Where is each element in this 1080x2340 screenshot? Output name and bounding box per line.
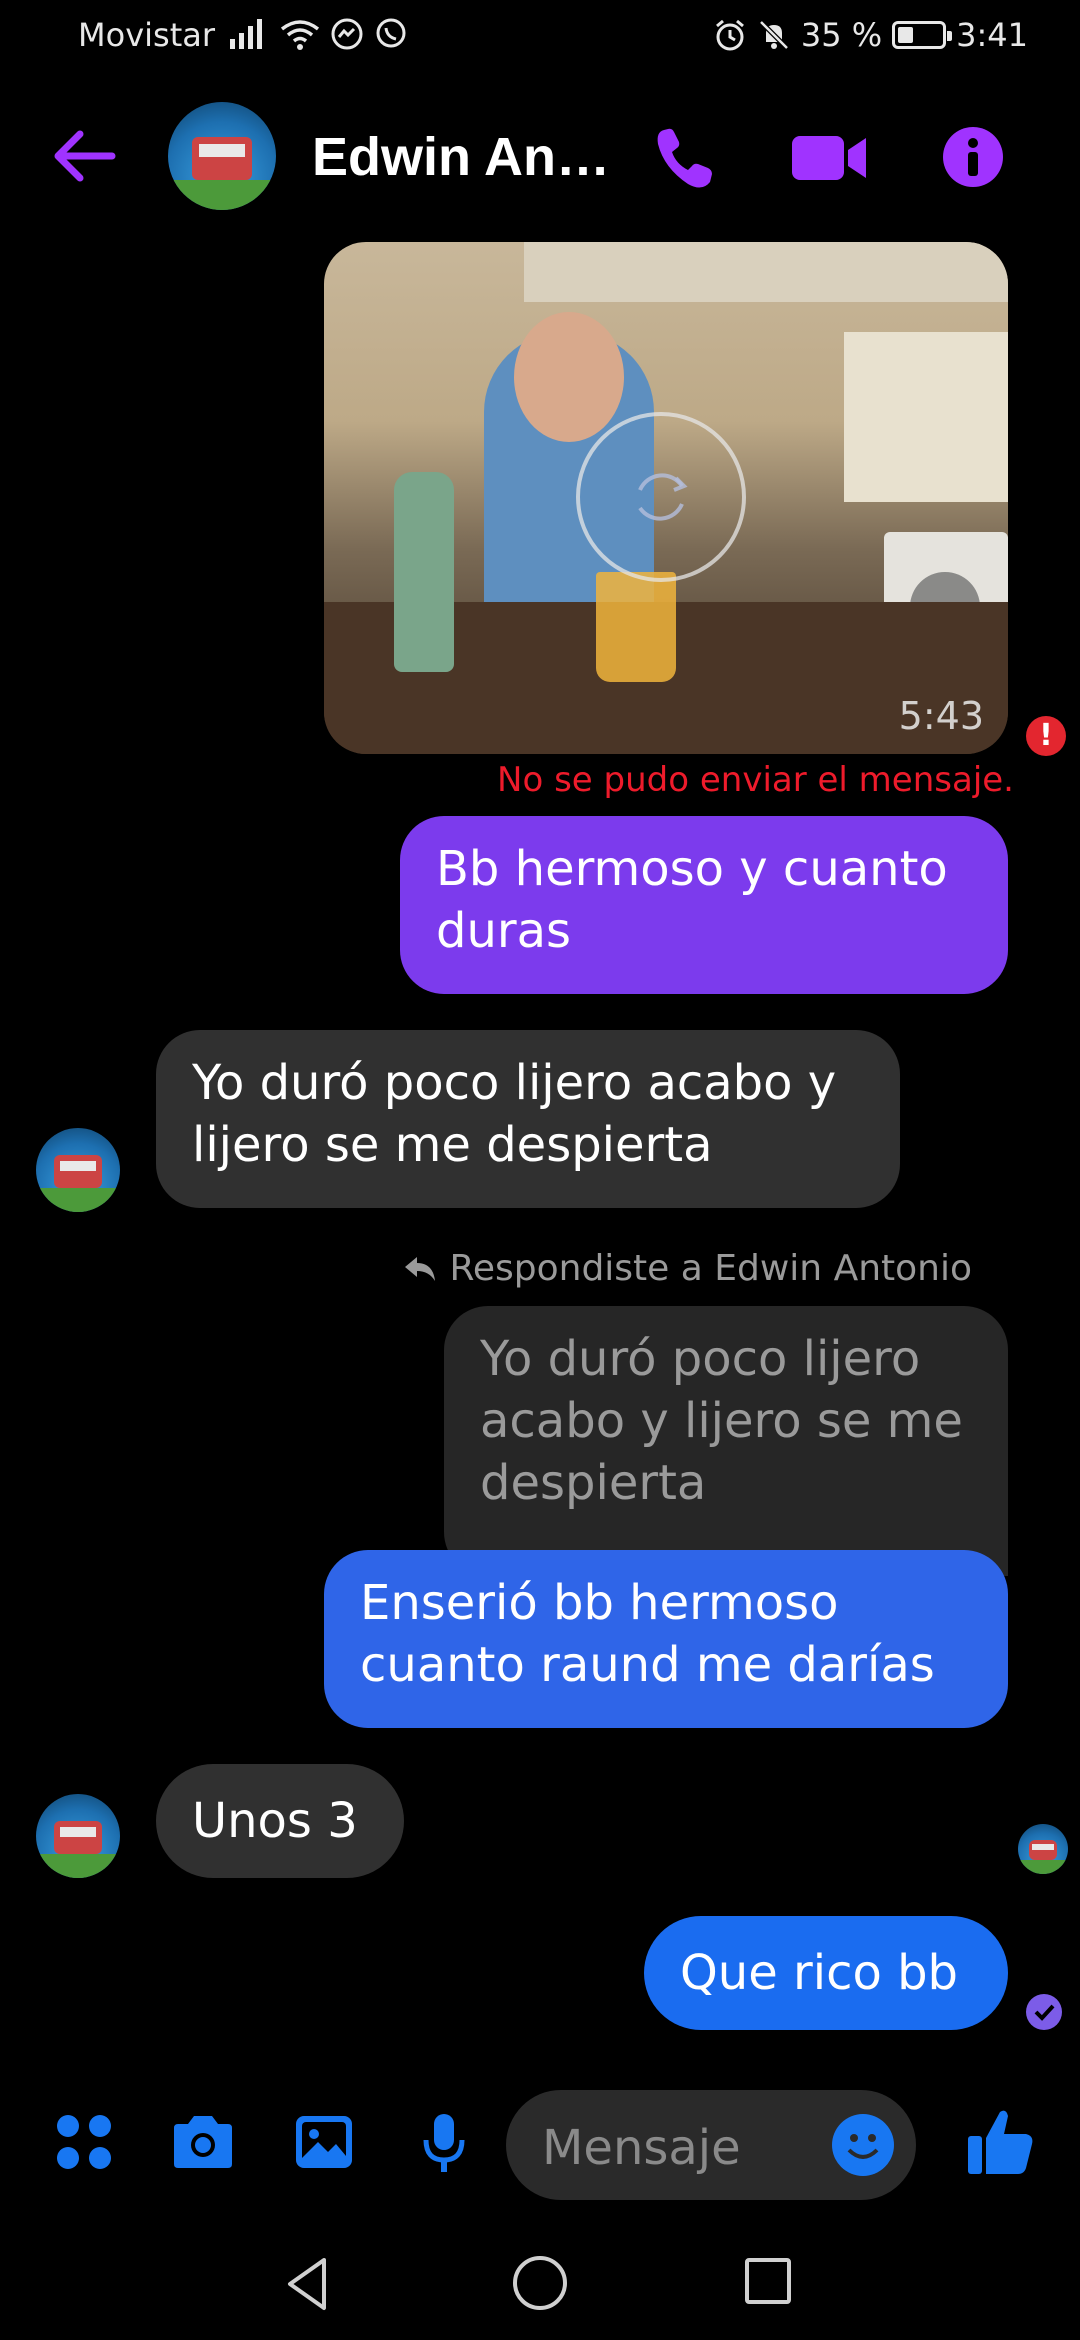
video-message[interactable]: 5:43 [324, 242, 1008, 754]
apps-button[interactable] [54, 2112, 114, 2172]
microphone-icon [423, 2114, 465, 2172]
avatar-image [36, 1794, 120, 1878]
nav-recents-button[interactable] [745, 2258, 791, 2304]
status-bar: Movistar 35 % 3:41 [0, 0, 1080, 72]
nav-back-icon [288, 2258, 326, 2310]
thumbs-up-icon [968, 2110, 1033, 2174]
emoji-button[interactable] [832, 2114, 894, 2176]
seen-indicator-avatar [1018, 1824, 1068, 1874]
camera-button[interactable] [170, 2112, 236, 2172]
avatar-image [1018, 1824, 1068, 1874]
mute-bell-icon [759, 20, 789, 50]
back-button[interactable] [50, 126, 122, 186]
video-duration: 5:43 [898, 694, 984, 738]
video-call-button[interactable] [790, 130, 870, 186]
message-placeholder[interactable]: Mensaje [542, 2120, 741, 2176]
info-icon [943, 127, 1003, 187]
apps-icon [57, 2115, 111, 2169]
sent-reply-message[interactable]: Enserió bb hermoso cuanto raund me daría… [324, 1550, 1008, 1728]
gallery-icon [296, 2116, 352, 2168]
battery-icon [892, 21, 953, 49]
clock: 3:41 [956, 16, 1028, 54]
back-arrow-icon [54, 130, 116, 182]
battery-percent: 35 % [800, 16, 883, 54]
whatsapp-notification-icon [376, 18, 406, 48]
retry-loading-icon[interactable] [576, 412, 746, 582]
info-button[interactable] [942, 126, 1004, 188]
sent-message[interactable]: Bb hermoso y cuanto duras [400, 816, 1008, 994]
error-icon[interactable]: ! [1026, 716, 1066, 756]
like-button[interactable] [966, 2106, 1036, 2178]
messenger-notification-icon [331, 18, 363, 50]
received-message[interactable]: Yo duró poco lijero acabo y lijero se me… [156, 1030, 900, 1208]
emoji-icon [847, 2134, 879, 2159]
send-error-text[interactable]: No se pudo enviar el mensaje. [497, 760, 1014, 800]
status-icons [230, 14, 408, 54]
quoted-message[interactable]: Yo duró poco lijero acabo y lijero se me… [444, 1306, 1008, 1576]
avatar-image [36, 1128, 120, 1212]
carrier-name: Movistar [78, 16, 215, 54]
microphone-button[interactable] [420, 2112, 468, 2176]
nav-back-button[interactable] [278, 2254, 338, 2314]
reply-label-text: Respondiste a Edwin Antonio [449, 1248, 972, 1289]
wifi-icon [280, 20, 320, 50]
status-right: 35 % 3:41 [713, 16, 1028, 54]
contact-avatar[interactable] [168, 102, 276, 210]
call-button[interactable] [650, 124, 720, 194]
received-message[interactable]: Unos 3 [156, 1764, 404, 1878]
nav-home-button[interactable] [513, 2256, 567, 2310]
reply-arrow-icon [405, 1256, 436, 1281]
reply-label: Respondiste a Edwin Antonio [403, 1248, 972, 1289]
camera-icon [174, 2116, 232, 2168]
sent-message[interactable]: Que rico bb [644, 1916, 1008, 2030]
video-camera-icon [792, 136, 866, 180]
contact-avatar-small[interactable] [36, 1128, 120, 1212]
contact-avatar-small[interactable] [36, 1794, 120, 1878]
alarm-icon [715, 19, 744, 51]
gallery-button[interactable] [292, 2112, 356, 2172]
contact-name[interactable]: Edwin An… [312, 126, 612, 188]
signal-icon [230, 19, 262, 49]
avatar-image [168, 102, 276, 210]
delivered-check-icon [1026, 1994, 1062, 2030]
phone-icon [657, 128, 712, 188]
